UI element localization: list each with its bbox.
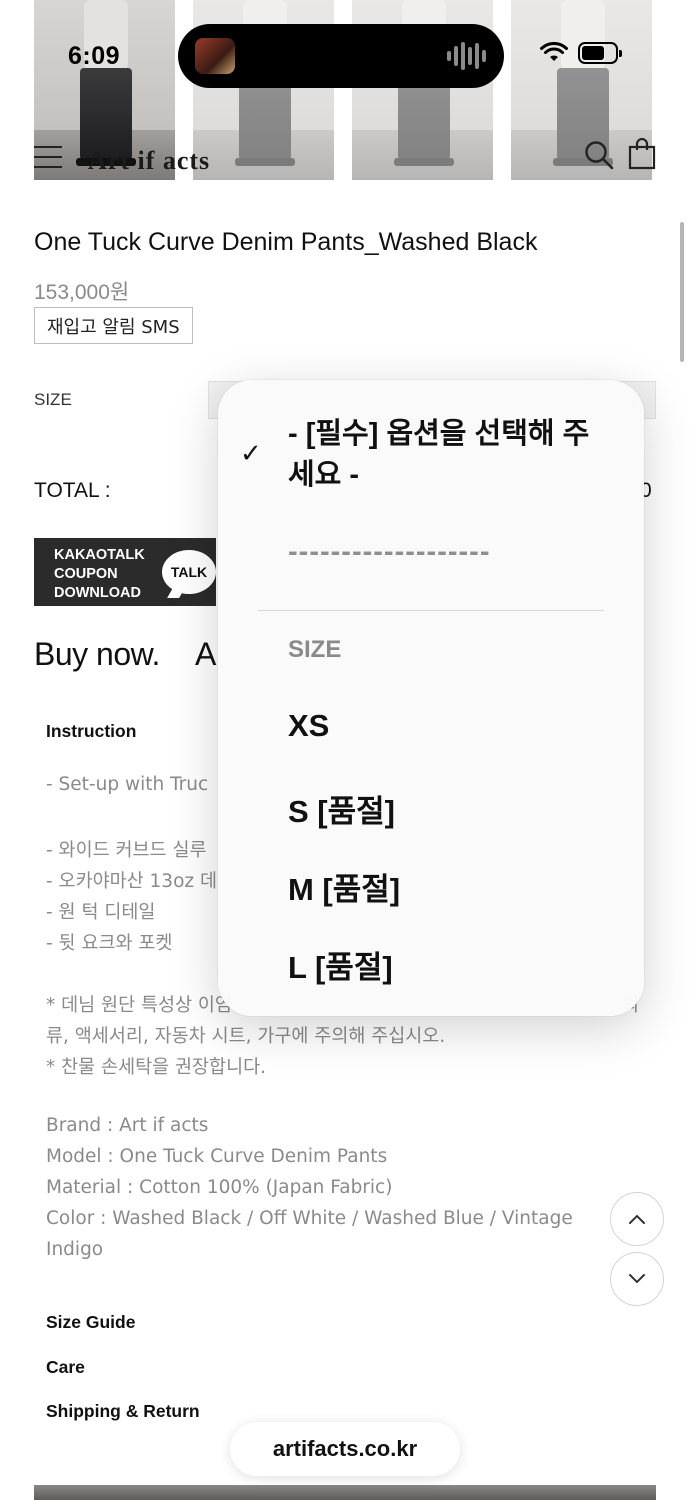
dropdown-group-label: SIZE (288, 636, 342, 663)
status-icons (540, 42, 622, 64)
browser-url-bar[interactable]: artifacts.co.kr (230, 1422, 460, 1476)
brand-logo[interactable]: Art if acts (88, 146, 210, 176)
dynamic-island[interactable] (178, 24, 504, 88)
color-spec-cont: Indigo (46, 1239, 104, 1260)
shipping-return-title[interactable]: Shipping & Return (46, 1401, 200, 1422)
search-icon[interactable] (584, 140, 614, 170)
care-note: * 찬물 손세탁을 권장합니다. (46, 1057, 266, 1078)
material-spec: Material : Cotton 100% (Japan Fabric) (46, 1177, 393, 1198)
dropdown-option-placeholder[interactable]: - [필수] 옵션을 선택해 주세요 - (288, 414, 608, 496)
checkmark-icon: ✓ (240, 438, 262, 468)
model-spec: Model : One Tuck Curve Denim Pants (46, 1146, 388, 1167)
size-dropdown-menu[interactable]: ✓ - [필수] 옵션을 선택해 주세요 - -----------------… (218, 380, 644, 1016)
dropdown-option-m[interactable]: M [품절] (288, 864, 400, 909)
now-playing-artwork (195, 38, 235, 74)
scroll-up-button[interactable] (610, 1192, 664, 1246)
care-title[interactable]: Care (46, 1357, 85, 1378)
shopping-bag-icon[interactable] (628, 138, 656, 170)
brand-spec: Brand : Art if acts (46, 1115, 209, 1136)
wifi-icon (540, 42, 568, 61)
battery-icon (578, 42, 622, 64)
care-note: 류, 액세서리, 자동차 시트, 가구에 주의해 주십시오. (46, 1026, 446, 1047)
page-scrollbar[interactable] (680, 222, 684, 362)
add-to-cart-button[interactable]: A (195, 636, 216, 673)
dropdown-option-divider[interactable]: ------------------- (288, 536, 491, 569)
chevron-up-icon (629, 1214, 645, 1224)
buy-now-button[interactable]: Buy now. (34, 636, 160, 673)
total-label: TOTAL : (34, 479, 111, 502)
kakao-banner-text: KAKAOTALK COUPON DOWNLOAD (54, 547, 145, 601)
instruction-title[interactable]: Instruction (46, 721, 136, 742)
hamburger-icon[interactable] (34, 146, 62, 168)
detail-image (34, 1485, 656, 1500)
status-time: 6:09 (68, 42, 121, 70)
product-price: 153,000원 (34, 281, 130, 304)
size-guide-title[interactable]: Size Guide (46, 1312, 135, 1333)
audio-waveform-icon (447, 42, 486, 70)
scroll-down-button[interactable] (610, 1252, 664, 1306)
kakao-coupon-banner[interactable]: KAKAOTALK COUPON DOWNLOAD TALK (34, 538, 216, 606)
dropdown-separator (258, 610, 604, 611)
restock-sms-button[interactable]: 재입고 알림 SMS (34, 307, 193, 344)
dropdown-option-s[interactable]: S [품절] (288, 786, 395, 831)
dropdown-option-xs[interactable]: XS (288, 708, 329, 744)
size-option-label: SIZE (34, 390, 72, 409)
kakao-talk-icon: TALK (162, 550, 216, 594)
product-title: One Tuck Curve Denim Pants_Washed Black (34, 228, 538, 256)
color-spec: Color : Washed Black / Off White / Washe… (46, 1208, 573, 1229)
chevron-down-icon (629, 1274, 645, 1284)
dropdown-option-l[interactable]: L [품절] (288, 942, 393, 987)
